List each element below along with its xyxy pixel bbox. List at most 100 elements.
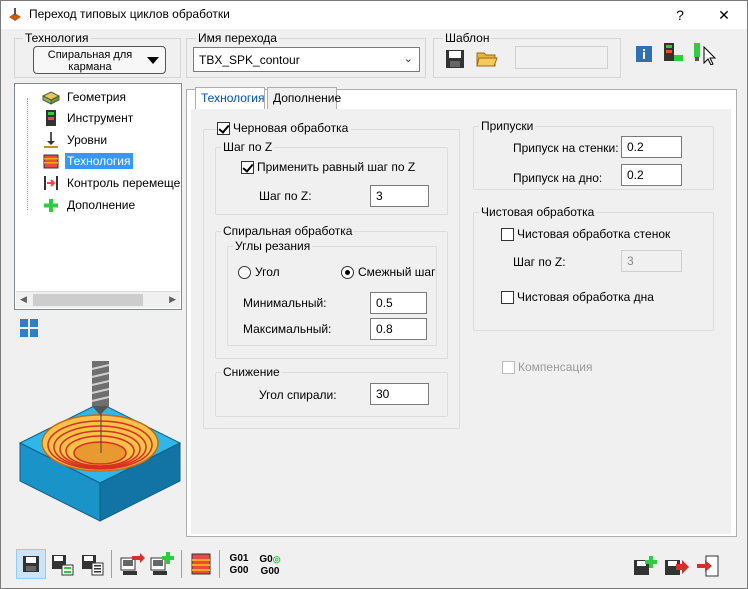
finish-walls-label: Чистовая обработка стенок (517, 227, 671, 241)
dialog-window: Переход типовых циклов обработки ? ✕ Тех… (0, 0, 748, 589)
spiral-group-label: Спиральная обработка (221, 224, 355, 238)
save-as-button[interactable] (48, 550, 76, 578)
floor-allowance-input[interactable]: 0.2 (621, 164, 682, 186)
tab-technology[interactable]: Технология (195, 87, 265, 110)
equal-step-checkbox[interactable]: Применить равный шаг по Z (241, 160, 415, 174)
technology-icon (43, 154, 59, 169)
wall-allowance-label: Припуск на стенки: (513, 141, 619, 155)
tree-item-technology[interactable]: Технология (41, 151, 133, 171)
save-and-next-button[interactable] (662, 552, 690, 580)
tab-addition[interactable]: Дополнение (267, 87, 341, 109)
help-button[interactable]: ? (665, 3, 695, 27)
navigation-tree: Геометрия Инструмент Уровни Технология К… (14, 83, 182, 310)
scroll-thumb[interactable] (33, 294, 143, 306)
tree-item-label: Уровни (67, 133, 108, 147)
chevron-down-icon: ⌄ (403, 53, 413, 65)
wall-allowance-input[interactable]: 0.2 (621, 136, 682, 158)
save-icon (23, 556, 39, 572)
geometry-icon (41, 91, 61, 105)
spiral-angle-input[interactable]: 30 (370, 383, 429, 405)
step-z-group-label: Шаг по Z (221, 140, 275, 154)
technology-tab-page: Черновая обработка Шаг по Z Применить ра… (191, 109, 731, 534)
radio-angle[interactable]: Угол (238, 265, 280, 279)
info-icon[interactable] (635, 45, 653, 63)
min-label: Минимальный: (243, 296, 327, 310)
descent-group-label: Снижение (221, 365, 282, 379)
tree-item-label: Геометрия (67, 90, 126, 104)
rough-machining-checkbox[interactable]: Черновая обработка (217, 121, 352, 135)
scroll-left-icon[interactable]: ◀ (20, 294, 27, 305)
spiral-pocket-illustration (18, 361, 182, 522)
technology-dropdown[interactable]: Спиральная для кармана (33, 46, 166, 74)
export-button[interactable] (118, 550, 146, 578)
finish-step-input: 3 (621, 250, 682, 272)
g01-line2: G00 (229, 565, 249, 576)
addition-icon (44, 199, 58, 212)
finish-walls-checkbox[interactable]: Чистовая обработка стенок (501, 227, 670, 241)
tool-library-icon[interactable] (661, 41, 685, 65)
g01-line1: G01 (229, 553, 249, 564)
tree-item-label: Инструмент (67, 111, 134, 125)
radio-dot (341, 265, 354, 279)
tool-icon (46, 110, 56, 126)
radio-adjacent-label: Смежный шаг (358, 265, 436, 279)
finish-floor-checkbox[interactable]: Чистовая обработка дна (501, 290, 654, 304)
radio-dot (238, 265, 251, 279)
tree-horizontal-scrollbar[interactable]: ◀ ▶ (16, 291, 180, 308)
spiral-angle-label: Угол спирали: (259, 388, 337, 402)
toolbar-separator (111, 550, 112, 578)
checkbox-box (501, 227, 514, 241)
levels-icon (44, 132, 58, 148)
technology-stack-button[interactable] (187, 550, 215, 578)
radio-angle-label: Угол (255, 265, 280, 279)
radio-adjacent-step[interactable]: Смежный шаг (341, 265, 435, 279)
step-z-input[interactable]: 3 (370, 185, 429, 207)
compensation-label: Компенсация (518, 360, 593, 374)
max-input[interactable]: 0.8 (370, 318, 427, 340)
max-label: Максимальный: (243, 322, 332, 336)
tree-item-addition[interactable]: Дополнение (41, 195, 137, 215)
template-group-label: Шаблон (443, 31, 492, 45)
tree-item-label: Контроль перемеще (67, 176, 181, 190)
finish-floor-label: Чистовая обработка дна (517, 290, 654, 304)
rough-machining-label: Черновая обработка (233, 121, 349, 135)
template-field (515, 46, 608, 69)
add-export-button[interactable] (148, 550, 176, 578)
save-list-button[interactable] (78, 550, 106, 578)
tree-item-geometry[interactable]: Геометрия (41, 87, 128, 107)
finish-group-label: Чистовая обработка (479, 205, 597, 219)
save-button[interactable] (16, 549, 46, 579)
angles-group-label: Углы резания (233, 239, 313, 253)
transition-name-select[interactable]: TBX_SPK_contour ⌄ (193, 47, 420, 72)
app-icon (9, 8, 21, 21)
transition-group-label: Имя перехода (196, 31, 279, 45)
close-button[interactable]: ✕ (709, 3, 739, 27)
exit-button[interactable] (694, 552, 722, 580)
tree-item-tool[interactable]: Инструмент (41, 108, 135, 128)
toolbar-separator (181, 550, 182, 578)
window-title: Переход типовых циклов обработки (29, 7, 230, 21)
g0-line2: G00 (260, 566, 280, 577)
dropdown-arrow-icon (147, 57, 159, 64)
title-bar: Переход типовых циклов обработки ? ✕ (1, 1, 747, 29)
technology-dropdown-value: Спиральная для кармана (47, 49, 133, 73)
grid-view-icon[interactable] (19, 318, 39, 338)
select-tool-cursor-icon[interactable] (691, 41, 719, 65)
save-template-icon[interactable] (444, 48, 466, 70)
toolbar-separator (219, 550, 220, 578)
floor-allowance-label: Припуск на дно: (513, 171, 603, 185)
tree-connector (27, 98, 28, 210)
g0-button[interactable]: G0◎ G00 (256, 553, 284, 578)
open-folder-icon[interactable] (475, 47, 499, 71)
tree-item-motion-control[interactable]: Контроль перемеще (41, 173, 182, 193)
min-input[interactable]: 0.5 (370, 292, 427, 314)
motion-control-icon (44, 176, 58, 190)
tree-item-levels[interactable]: Уровни (41, 130, 109, 150)
technology-group-label: Технология (23, 31, 91, 45)
checkbox-box (217, 121, 230, 135)
checkbox-box (501, 290, 514, 304)
equal-step-label: Применить равный шаг по Z (257, 160, 416, 174)
save-and-add-button[interactable] (631, 552, 659, 580)
scroll-right-icon[interactable]: ▶ (169, 294, 176, 305)
g01-button[interactable]: G01 G00 (225, 553, 253, 577)
